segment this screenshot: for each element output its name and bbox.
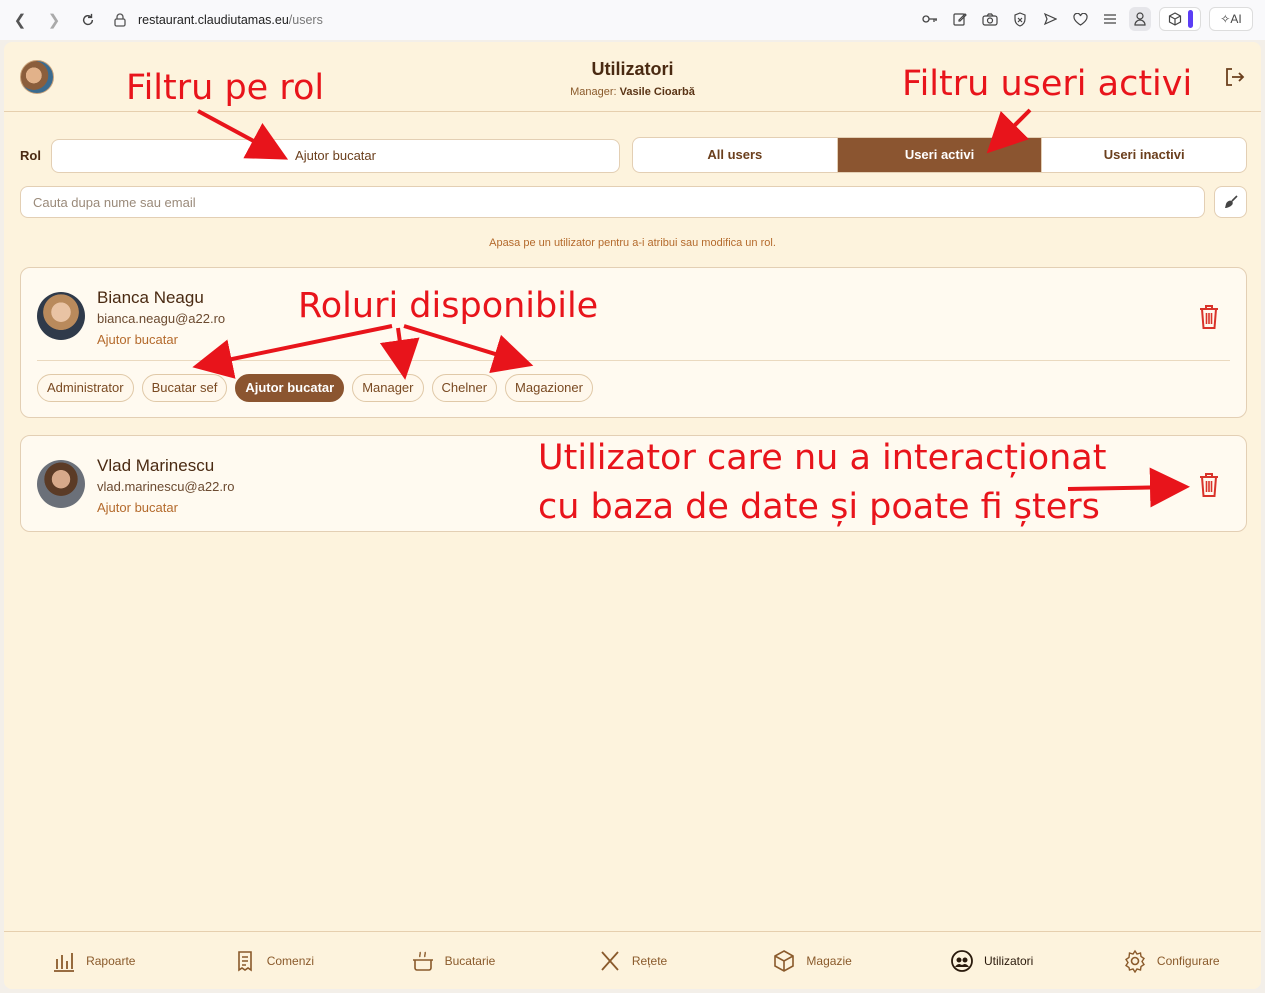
user-name: Vlad Marinescu: [97, 456, 215, 475]
segment-active-users[interactable]: Useri activi: [837, 138, 1043, 172]
utensils-icon: [601, 950, 619, 971]
nav-label: Utilizatori: [984, 953, 1034, 968]
gear-icon: [1124, 949, 1145, 973]
annotation-available-roles: Roluri disponibile: [298, 286, 599, 326]
clear-filters-button[interactable]: [1214, 186, 1247, 218]
user-avatar: [37, 292, 85, 340]
browser-toolbar: ❮ ❯ restaurant.claudiutamas.eu/users ✧ A…: [0, 0, 1265, 40]
address-bar[interactable]: restaurant.claudiutamas.eu/users: [138, 13, 323, 27]
chart-icon: [54, 952, 75, 972]
extension-indicator: [1187, 10, 1193, 28]
nav-label: Rețete: [631, 953, 668, 968]
search-input[interactable]: [20, 186, 1205, 218]
ai-label: AI: [1230, 12, 1242, 26]
role-filter-label: Rol: [20, 148, 41, 163]
role-chip-ajutor-bucatar[interactable]: Ajutor bucatar: [235, 374, 345, 402]
user-email: vlad.marinescu@a22.ro: [97, 479, 235, 494]
camera-icon[interactable]: [979, 7, 1001, 31]
nav-item-comenzi[interactable]: Comenzi: [184, 932, 364, 989]
users-icon: [951, 949, 973, 972]
manager-name: Vasile Cioarbă: [619, 86, 695, 98]
pot-icon: [412, 951, 433, 971]
nav-item-bucatarie[interactable]: Bucatarie: [363, 932, 543, 989]
lock-icon[interactable]: [112, 12, 128, 28]
user-avatar: [37, 460, 85, 508]
annotation-deletable-line2: cu baza de date și poate fi șters: [538, 487, 1100, 527]
user-name: Bianca Neagu: [97, 288, 204, 307]
segment-inactive-users[interactable]: Useri inactivi: [1042, 138, 1246, 172]
user-card[interactable]: Bianca Neagu bianca.neagu@a22.ro Ajutor …: [20, 267, 1247, 418]
annotation-deletable-line1: Utilizator care nu a interacționat: [538, 438, 1107, 478]
trash-icon[interactable]: [1198, 304, 1220, 330]
role-chip-magazioner[interactable]: Magazioner: [505, 374, 593, 402]
url-host: restaurant.claudiutamas.eu: [138, 13, 289, 27]
extension-icon[interactable]: [1159, 7, 1201, 31]
role-chips: Administrator Bucatar sef Ajutor bucatar…: [37, 374, 593, 402]
menu-lines-icon[interactable]: [1099, 7, 1121, 31]
role-chip-bucatar-sef[interactable]: Bucatar sef: [141, 374, 228, 402]
bottom-navigation: Rapoarte Comenzi Bucatarie Rețete Magazi…: [4, 931, 1261, 989]
segment-all-users[interactable]: All users: [633, 138, 838, 172]
nav-label: Bucatarie: [444, 953, 496, 968]
nav-item-utilizatori[interactable]: Utilizatori: [902, 932, 1082, 989]
receipt-icon: [237, 950, 252, 971]
nav-item-configurare[interactable]: Configurare: [1081, 932, 1261, 989]
user-role: Ajutor bucatar: [97, 500, 178, 515]
sparkle-icon: ✧: [1220, 12, 1231, 26]
edit-icon[interactable]: [949, 7, 971, 31]
user-email: bianca.neagu@a22.ro: [97, 311, 226, 326]
card-divider: [37, 360, 1230, 361]
role-chip-administrator[interactable]: Administrator: [37, 374, 134, 402]
nav-label: Magazie: [806, 953, 852, 968]
broom-icon: [1224, 195, 1238, 208]
box-icon: [774, 949, 795, 972]
heart-icon[interactable]: [1069, 7, 1091, 31]
role-chip-chelner[interactable]: Chelner: [431, 374, 498, 402]
role-chip-manager[interactable]: Manager: [352, 374, 424, 402]
nav-item-rapoarte[interactable]: Rapoarte: [4, 932, 184, 989]
trash-icon[interactable]: [1198, 472, 1220, 498]
url-path: /users: [288, 13, 323, 27]
nav-item-retete[interactable]: Rețete: [543, 932, 723, 989]
nav-item-magazie[interactable]: Magazie: [722, 932, 902, 989]
user-role: Ajutor bucatar: [97, 332, 178, 347]
hint-text: Apasa pe un utilizator pentru a-i atribu…: [489, 237, 776, 249]
back-icon[interactable]: ❮: [8, 8, 32, 32]
shield-icon[interactable]: [1009, 7, 1031, 31]
annotation-active-filter: Filtru useri activi: [902, 64, 1193, 104]
role-filter-select[interactable]: Ajutor bucatar: [51, 139, 620, 173]
reload-icon[interactable]: [76, 8, 100, 32]
forward-icon[interactable]: ❯: [42, 8, 66, 32]
ai-button[interactable]: ✧ AI: [1209, 7, 1253, 31]
nav-label: Comenzi: [266, 953, 315, 968]
annotation-role-filter: Filtru pe rol: [126, 68, 325, 108]
manager-prefix: Manager:: [570, 86, 617, 98]
send-icon[interactable]: [1039, 7, 1061, 31]
key-icon[interactable]: [919, 7, 941, 31]
nav-label: Rapoarte: [86, 953, 136, 968]
profile-icon[interactable]: [1129, 7, 1151, 31]
nav-label: Configurare: [1156, 953, 1220, 968]
status-filter: All users Useri activi Useri inactivi: [632, 137, 1247, 173]
logout-icon[interactable]: [1223, 66, 1245, 88]
